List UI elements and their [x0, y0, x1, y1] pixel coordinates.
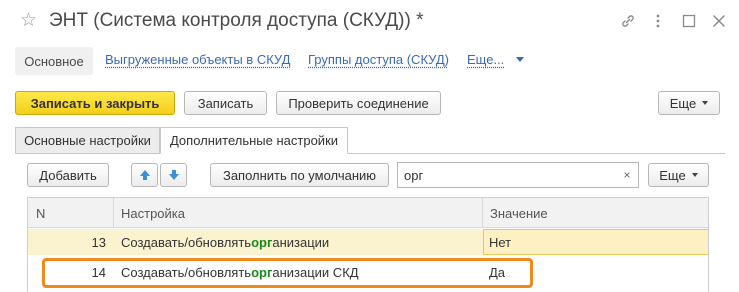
clear-icon[interactable]: ×: [616, 163, 638, 187]
column-header-n[interactable]: N: [36, 198, 45, 228]
arrow-up-icon: [139, 170, 150, 180]
chevron-down-icon: [691, 173, 698, 177]
table-row[interactable]: 13 Создавать/обновлять орг анизации Нет: [28, 229, 708, 255]
add-button[interactable]: Добавить: [27, 163, 109, 187]
nav-access-groups[interactable]: Группы доступа (СКУД): [308, 52, 449, 67]
tab-divider: [15, 153, 725, 154]
nav-exported-objects[interactable]: Выгруженные объекты в СКУД: [105, 52, 290, 67]
check-connection-button[interactable]: Проверить соединение: [276, 91, 441, 115]
move-up-button[interactable]: [131, 163, 158, 187]
nav-main[interactable]: Основное: [15, 47, 93, 75]
setting-name-text: анизации: [272, 234, 330, 250]
highlight-frame: [42, 258, 533, 288]
column-divider: [113, 198, 114, 228]
column-divider: [482, 198, 483, 228]
save-button[interactable]: Записать: [184, 91, 267, 115]
chevron-down-icon[interactable]: [516, 57, 524, 62]
more-button[interactable]: Еще: [658, 91, 720, 115]
search-field[interactable]: ×: [397, 162, 639, 188]
search-input[interactable]: [398, 163, 616, 187]
link-icon[interactable]: [617, 10, 639, 32]
tab-basic-settings[interactable]: Основные настройки: [15, 127, 160, 154]
settings-more-button[interactable]: Еще: [648, 163, 709, 187]
settings-more-label: Еще: [659, 167, 686, 183]
fill-default-button[interactable]: Заполнить по умолчанию: [210, 163, 389, 187]
favorite-star-icon[interactable]: ☆: [20, 10, 37, 32]
save-and-close-button[interactable]: Записать и закрыть: [15, 91, 175, 115]
close-icon[interactable]: [708, 10, 730, 32]
setting-name-text: Создавать/обновлять: [121, 234, 252, 250]
search-match: орг: [251, 234, 273, 250]
arrow-down-icon: [168, 170, 179, 180]
move-down-button[interactable]: [160, 163, 187, 187]
column-header-value[interactable]: Значение: [490, 198, 548, 228]
more-icon[interactable]: [647, 10, 669, 32]
setting-name: Создавать/обновлять орг анизации: [121, 229, 329, 255]
tab-additional-settings[interactable]: Дополнительные настройки: [160, 127, 348, 154]
window-title: ЭНТ (Система контроля доступа (СКУД)) *: [49, 10, 424, 31]
maximize-icon[interactable]: [678, 10, 700, 32]
table-header: N Настройка Значение: [28, 198, 708, 228]
value-cell-editor[interactable]: [483, 229, 708, 255]
column-header-setting[interactable]: Настройка: [121, 198, 185, 228]
more-button-label: Еще: [669, 95, 697, 111]
chevron-down-icon: [702, 101, 709, 105]
row-number: 13: [91, 234, 106, 250]
nav-more[interactable]: Еще...: [467, 52, 504, 67]
setting-value: Нет: [489, 234, 512, 250]
